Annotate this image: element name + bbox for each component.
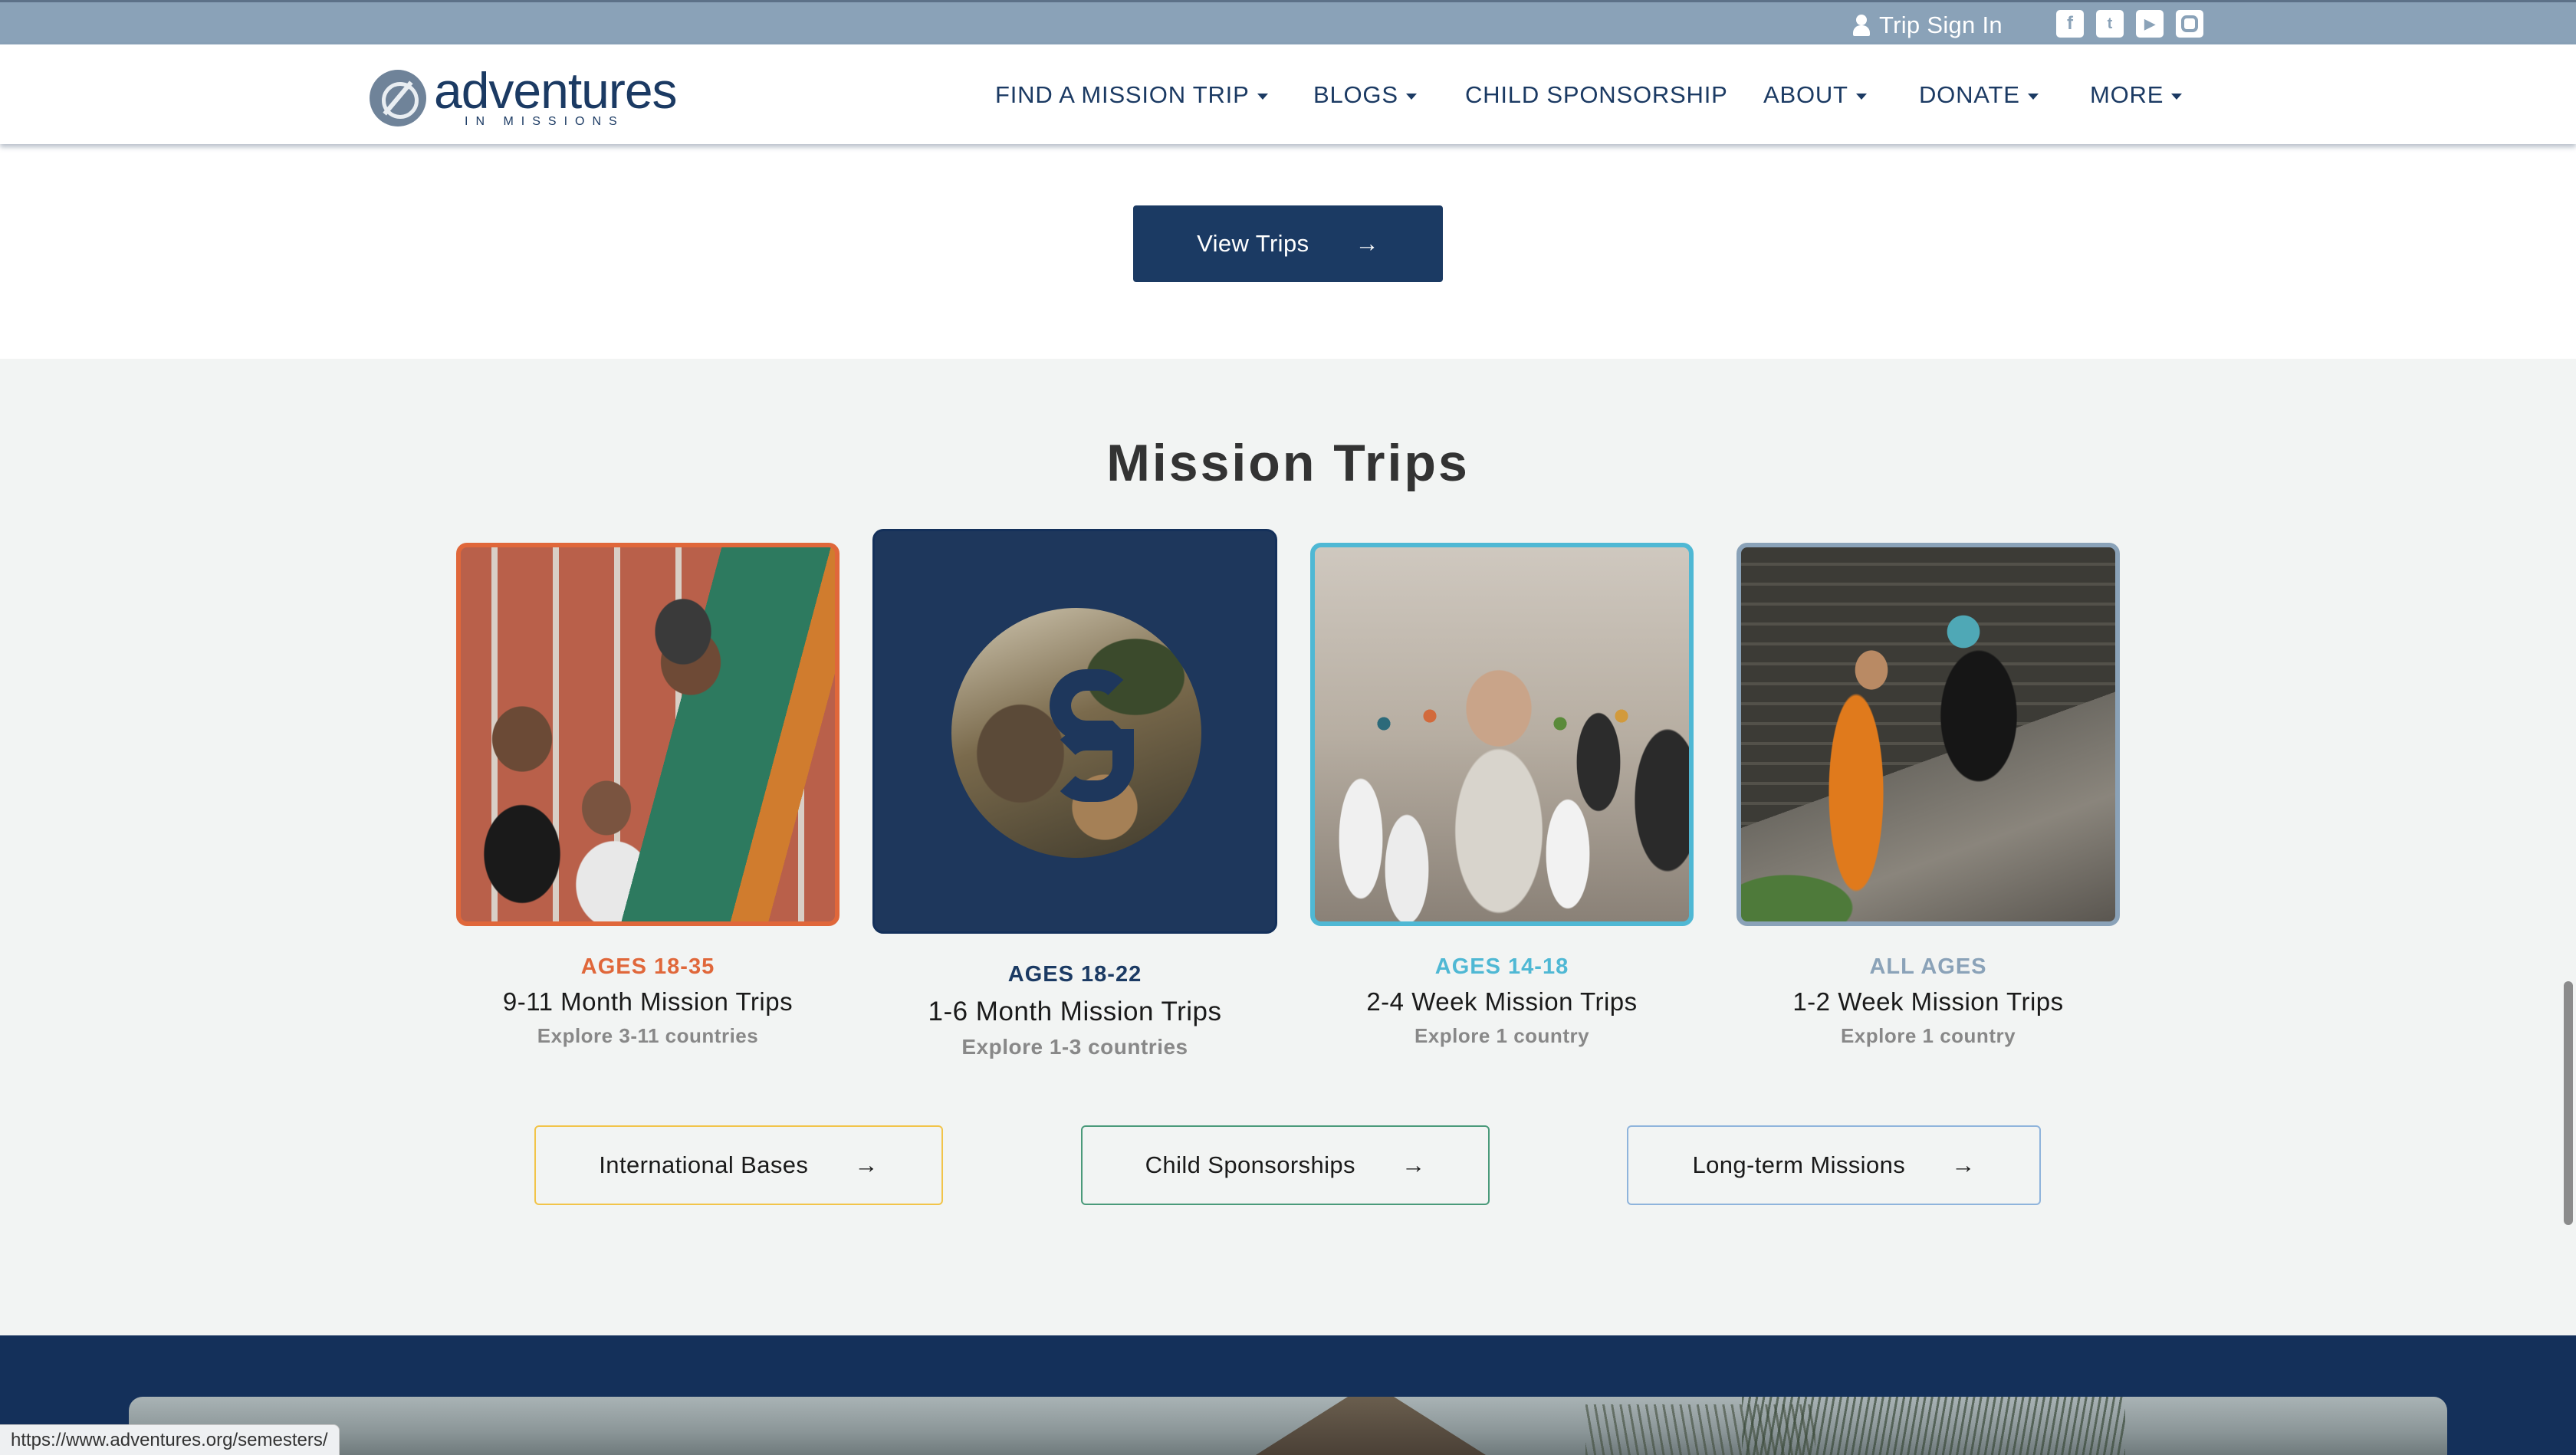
logo-subtitle: IN MISSIONS: [465, 115, 625, 128]
logo-name: adventures: [434, 62, 678, 119]
card-subtitle: Explore 1 country: [1414, 1024, 1590, 1047]
link-status-url: https://www.adventures.org/semesters/: [0, 1424, 340, 1455]
card-photo-monk-temple[interactable]: [1737, 543, 2120, 926]
card-subtitle: Explore 1 country: [1840, 1024, 2016, 1047]
card-age: ALL AGES: [1869, 954, 1987, 979]
arrow-right-icon: →: [1355, 230, 1379, 257]
s-logo-icon: [1050, 669, 1134, 815]
main-navbar: adventures IN MISSIONS FIND A MISSION TR…: [0, 44, 2576, 144]
twitter-icon[interactable]: t: [2096, 10, 2124, 38]
trip-sign-in-link[interactable]: Trip Sign In: [1852, 10, 2003, 41]
compass-logo-icon: [370, 70, 426, 126]
long-term-missions-button[interactable]: Long-term Missions →: [1627, 1125, 2041, 1205]
page-scrollbar[interactable]: [2564, 981, 2573, 1225]
child-sponsorships-button[interactable]: Child Sponsorships →: [1081, 1125, 1490, 1205]
facebook-icon[interactable]: f: [2056, 10, 2084, 38]
caret-down-icon: [1405, 93, 1417, 100]
caret-down-icon: [2027, 93, 2039, 100]
card-photo-semester-logo[interactable]: [872, 529, 1277, 934]
view-trips-button[interactable]: View Trips →: [1133, 205, 1443, 282]
arrow-right-icon: →: [854, 1151, 879, 1178]
nav-child-sponsorship[interactable]: CHILD SPONSORSHIP: [1465, 81, 1728, 109]
nav-more[interactable]: MORE: [2090, 81, 2183, 109]
trip-card-9-11-month[interactable]: AGES 18-35 9-11 Month Mission Trips Expl…: [456, 543, 840, 1056]
circle-photo: [951, 608, 1201, 858]
trip-sign-in-label: Trip Sign In: [1879, 11, 2003, 38]
card-subtitle: Explore 3-11 countries: [537, 1024, 759, 1047]
trip-card-2-4-week[interactable]: AGES 14-18 2-4 Week Mission Trips Explor…: [1310, 543, 1694, 1056]
view-trips-label: View Trips: [1197, 230, 1309, 257]
caret-down-icon: [1257, 93, 1268, 100]
trip-card-1-2-week[interactable]: ALL AGES 1-2 Week Mission Trips Explore …: [1737, 543, 2120, 1056]
utility-bar: Trip Sign In f t ▶: [0, 0, 2576, 44]
caret-down-icon: [1855, 93, 1867, 100]
card-age: AGES 18-22: [1007, 962, 1142, 987]
card-photo-kids-playing[interactable]: [456, 543, 840, 926]
international-bases-button[interactable]: International Bases →: [534, 1125, 943, 1205]
international-bases-label: International Bases: [599, 1151, 809, 1178]
card-title: 2-4 Week Mission Trips: [1366, 987, 1638, 1016]
card-title: 9-11 Month Mission Trips: [502, 987, 794, 1016]
caret-down-icon: [2171, 93, 2183, 100]
lake-dock-photo: [129, 1397, 2447, 1455]
long-term-missions-label: Long-term Missions: [1692, 1151, 1906, 1178]
card-subtitle: Explore 1-3 countries: [961, 1035, 1188, 1059]
card-title: 1-6 Month Mission Trips: [928, 997, 1222, 1026]
nav-donate[interactable]: DONATE: [1919, 81, 2039, 109]
arrow-right-icon: →: [1951, 1151, 1976, 1178]
nav-find-a-mission-trip[interactable]: FIND A MISSION TRIP: [995, 81, 1268, 109]
section-title: Mission Trips: [1106, 434, 1470, 492]
card-photo-classroom[interactable]: [1310, 543, 1694, 926]
card-age: AGES 14-18: [1434, 954, 1569, 979]
site-logo[interactable]: adventures IN MISSIONS: [370, 62, 678, 129]
child-sponsorships-label: Child Sponsorships: [1145, 1151, 1355, 1178]
youtube-icon[interactable]: ▶: [2136, 10, 2164, 38]
instagram-icon[interactable]: [2176, 10, 2203, 38]
social-links: f t ▶: [2056, 10, 2203, 38]
nav-blogs[interactable]: BLOGS: [1313, 81, 1417, 109]
trip-card-1-6-month[interactable]: AGES 18-22 1-6 Month Mission Trips Explo…: [872, 529, 1277, 1066]
card-age: AGES 18-35: [580, 954, 715, 979]
arrow-right-icon: →: [1401, 1151, 1426, 1178]
user-icon: [1852, 13, 1871, 38]
card-title: 1-2 Week Mission Trips: [1792, 987, 2064, 1016]
nav-about[interactable]: ABOUT: [1763, 81, 1867, 109]
